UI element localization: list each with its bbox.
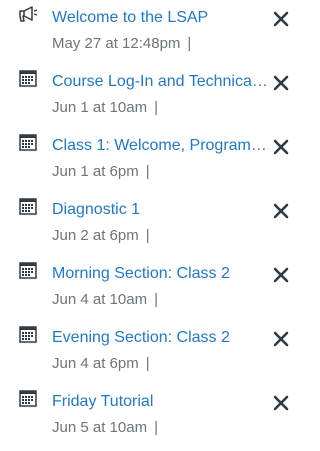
todo-item-date-text: Jun 1 at 10am <box>52 99 148 116</box>
todo-item-separator: | <box>154 419 158 436</box>
todo-item-title[interactable]: Course Log-In and Technica… <box>52 72 268 92</box>
todo-item-title[interactable]: Class 1: Welcome, Program… <box>52 136 268 156</box>
todo-item-title[interactable]: Evening Section: Class 2 <box>52 328 268 348</box>
todo-item-date: Jun 1 at 10am | <box>52 99 158 117</box>
todo-item-separator: | <box>154 99 158 116</box>
todo-item-date-text: Jun 5 at 10am <box>52 419 148 436</box>
todo-item: Evening Section: Class 2 Jun 4 at 6pm | <box>0 320 304 384</box>
todo-item-date: Jun 4 at 10am | <box>52 291 158 309</box>
todo-item-date: Jun 1 at 6pm | <box>52 163 150 181</box>
calendar-icon <box>18 68 38 88</box>
todo-item-date: Jun 5 at 10am | <box>52 419 158 437</box>
todo-item-separator: | <box>187 35 192 52</box>
dismiss-icon[interactable] <box>271 73 291 93</box>
dismiss-icon[interactable] <box>271 201 291 221</box>
todo-list: Welcome to the LSAP May 27 at 12:48pm | C… <box>0 0 304 448</box>
todo-item-title[interactable]: Welcome to the LSAP <box>52 8 268 28</box>
dismiss-icon[interactable] <box>271 9 291 29</box>
announcement-icon <box>18 4 38 24</box>
todo-item: Course Log-In and Technica… Jun 1 at 10a… <box>0 64 304 128</box>
todo-item-title[interactable]: Friday Tutorial <box>52 392 268 412</box>
todo-item: Welcome to the LSAP May 27 at 12:48pm | <box>0 0 304 64</box>
todo-item-title[interactable]: Diagnostic 1 <box>52 200 268 220</box>
dismiss-icon[interactable] <box>271 393 291 413</box>
calendar-icon <box>18 196 38 216</box>
todo-item-date-text: Jun 2 at 6pm <box>52 227 139 244</box>
todo-item: Class 1: Welcome, Program… Jun 1 at 6pm | <box>0 128 304 192</box>
todo-item-date-text: Jun 1 at 6pm <box>52 163 139 180</box>
todo-item-separator: | <box>145 355 150 372</box>
todo-item-separator: | <box>154 291 158 308</box>
dismiss-icon[interactable] <box>271 329 291 349</box>
todo-item-date-text: Jun 4 at 10am <box>52 291 148 308</box>
todo-item: Diagnostic 1 Jun 2 at 6pm | <box>0 192 304 256</box>
todo-item: Morning Section: Class 2 Jun 4 at 10am | <box>0 256 304 320</box>
todo-item-date: Jun 4 at 6pm | <box>52 355 150 373</box>
dismiss-icon[interactable] <box>271 137 291 157</box>
todo-item-date: May 27 at 12:48pm | <box>52 35 191 53</box>
calendar-icon <box>18 132 38 152</box>
todo-item-separator: | <box>145 163 150 180</box>
calendar-icon <box>18 324 38 344</box>
dismiss-icon[interactable] <box>271 265 291 285</box>
calendar-icon <box>18 260 38 280</box>
todo-item-separator: | <box>145 227 150 244</box>
todo-item-date-text: Jun 4 at 6pm <box>52 355 139 372</box>
todo-item-date: Jun 2 at 6pm | <box>52 227 150 245</box>
todo-item: Friday Tutorial Jun 5 at 10am | <box>0 384 304 448</box>
todo-item-date-text: May 27 at 12:48pm <box>52 35 181 52</box>
todo-item-title[interactable]: Morning Section: Class 2 <box>52 264 268 284</box>
calendar-icon <box>18 388 38 408</box>
